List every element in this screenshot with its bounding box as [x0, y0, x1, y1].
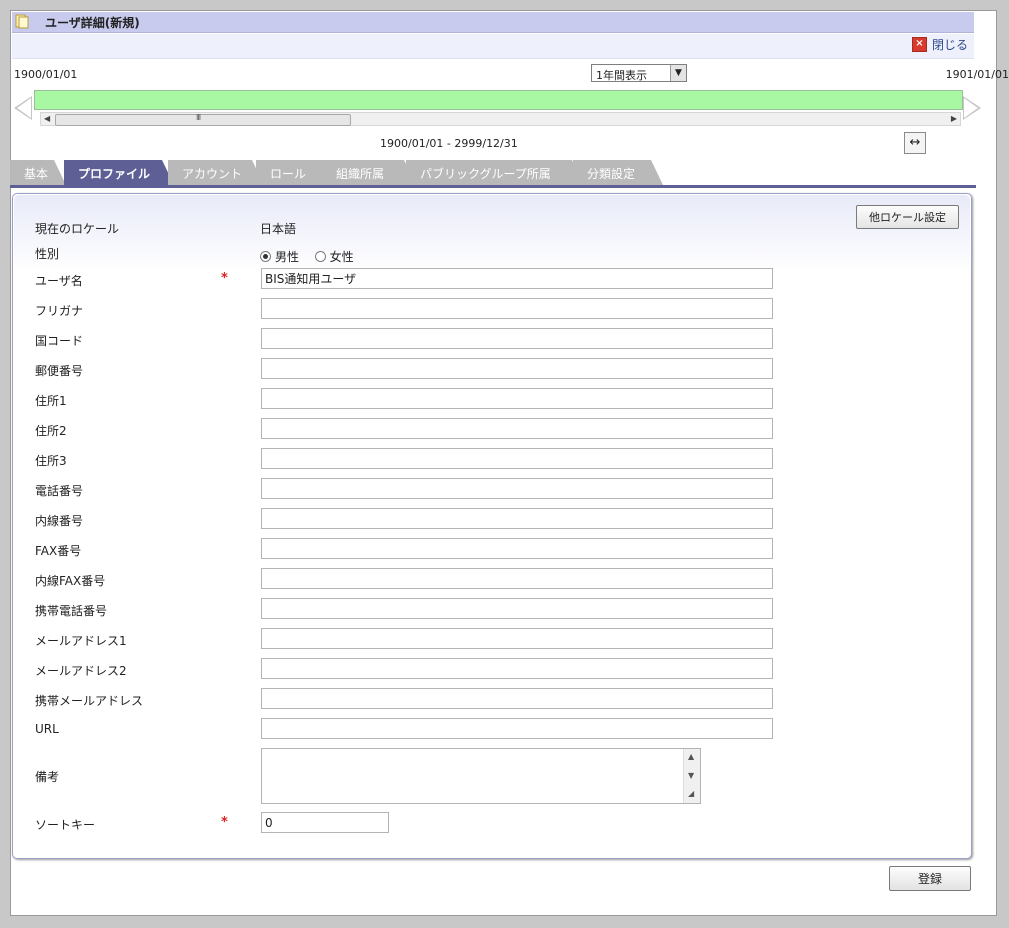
timeline-end-date: 1901/01/01: [945, 68, 1009, 81]
furigana-label: フリガナ: [35, 304, 84, 318]
fax-input[interactable]: [261, 538, 773, 559]
panel-header-background: [14, 195, 970, 273]
tab-organization[interactable]: 組織所属: [322, 160, 416, 185]
gender-radio-group: 男性 女性: [260, 248, 354, 265]
scroll-down-icon[interactable]: ▼: [688, 771, 694, 780]
other-locale-button[interactable]: 他ロケール設定: [856, 205, 959, 229]
tab-basic[interactable]: 基本: [10, 160, 66, 185]
period-select-value: 1年間表示: [596, 69, 647, 82]
email2-input[interactable]: [261, 658, 773, 679]
gender-male-radio[interactable]: [260, 251, 271, 262]
tab-underline: [10, 185, 976, 188]
extension-fax-label: 内線FAX番号: [35, 574, 106, 588]
timeline-next-arrow-icon[interactable]: [963, 96, 981, 120]
phone-input[interactable]: [261, 478, 773, 499]
timeline-scrollbar[interactable]: ◀ III ▶: [40, 112, 961, 126]
horizontal-expand-icon: ↔: [909, 135, 921, 150]
address2-label: 住所2: [35, 424, 67, 438]
close-icon: ×: [911, 37, 927, 52]
url-input[interactable]: [261, 718, 773, 739]
fax-label: FAX番号: [35, 544, 82, 558]
grip-icon: III: [196, 113, 201, 122]
profile-panel: 現在のロケール 日本語 他ロケール設定 性別 男性 女性 ユーザ名 * フリガナ…: [12, 193, 972, 859]
gender-male-label: 男性: [275, 250, 300, 264]
postal-code-input[interactable]: [261, 358, 773, 379]
page-title: ユーザ詳細(新規): [45, 16, 140, 30]
email2-label: メールアドレス2: [35, 664, 127, 678]
tab-category[interactable]: 分類設定: [573, 160, 663, 185]
locale-value: 日本語: [260, 222, 297, 236]
mobile-email-label: 携帯メールアドレス: [35, 694, 144, 708]
scrollbar-thumb[interactable]: III: [55, 113, 351, 126]
expand-range-button[interactable]: ↔: [904, 132, 926, 154]
tab-public-group[interactable]: パブリックグループ所属: [406, 160, 584, 185]
tab-profile[interactable]: プロファイル: [64, 160, 174, 185]
username-input[interactable]: [261, 268, 773, 289]
mobile-phone-input[interactable]: [261, 598, 773, 619]
mobile-email-input[interactable]: [261, 688, 773, 709]
remarks-label: 備考: [35, 770, 60, 784]
furigana-input[interactable]: [261, 298, 773, 319]
phone-label: 電話番号: [35, 484, 84, 498]
sortkey-input[interactable]: [261, 812, 389, 833]
remarks-textarea[interactable]: ▲ ▼ ◢: [261, 748, 701, 804]
chevron-down-icon[interactable]: ▼: [670, 65, 686, 81]
country-code-input[interactable]: [261, 328, 773, 349]
extension-input[interactable]: [261, 508, 773, 529]
tab-bar: 基本 プロファイル アカウント ロール 組織所属 パブリックグループ所属 分類設…: [10, 160, 975, 186]
close-bar: × 閉じる: [12, 34, 974, 59]
gender-female-label: 女性: [329, 250, 354, 264]
resize-handle-icon[interactable]: ◢: [688, 789, 694, 798]
scroll-left-icon[interactable]: ◀: [44, 113, 50, 125]
document-icon: [15, 14, 29, 29]
close-button[interactable]: × 閉じる: [911, 36, 968, 53]
gender-female-radio[interactable]: [314, 251, 326, 262]
close-label: 閉じる: [931, 38, 968, 52]
required-mark: *: [221, 815, 228, 830]
address3-label: 住所3: [35, 454, 67, 468]
email1-label: メールアドレス1: [35, 634, 127, 648]
address3-input[interactable]: [261, 448, 773, 469]
postal-code-label: 郵便番号: [35, 364, 84, 378]
mobile-phone-label: 携帯電話番号: [35, 604, 108, 618]
scroll-up-icon[interactable]: ▲: [688, 752, 694, 761]
textarea-scrollbar[interactable]: ▲ ▼ ◢: [683, 749, 700, 803]
locale-label: 現在のロケール: [35, 222, 120, 236]
scroll-right-icon[interactable]: ▶: [951, 113, 957, 125]
timeline-prev-arrow-icon[interactable]: [14, 96, 32, 120]
extension-fax-input[interactable]: [261, 568, 773, 589]
address1-label: 住所1: [35, 394, 67, 408]
title-bar: ユーザ詳細(新規): [12, 12, 974, 33]
register-button[interactable]: 登録: [889, 866, 971, 891]
timeline-range: 1900/01/01 - 2999/12/31: [380, 137, 518, 150]
country-code-label: 国コード: [35, 334, 84, 348]
timeline-bar[interactable]: [34, 90, 963, 110]
email1-input[interactable]: [261, 628, 773, 649]
gender-label: 性別: [35, 247, 60, 261]
address1-input[interactable]: [261, 388, 773, 409]
required-mark: *: [221, 271, 228, 286]
period-select[interactable]: 1年間表示 ▼: [591, 64, 687, 82]
sortkey-label: ソートキー: [35, 818, 96, 832]
url-label: URL: [35, 722, 59, 736]
address2-input[interactable]: [261, 418, 773, 439]
extension-label: 内線番号: [35, 514, 84, 528]
username-label: ユーザ名: [35, 274, 83, 288]
tab-account[interactable]: アカウント: [168, 160, 264, 185]
timeline-start-date: 1900/01/01: [14, 68, 78, 81]
